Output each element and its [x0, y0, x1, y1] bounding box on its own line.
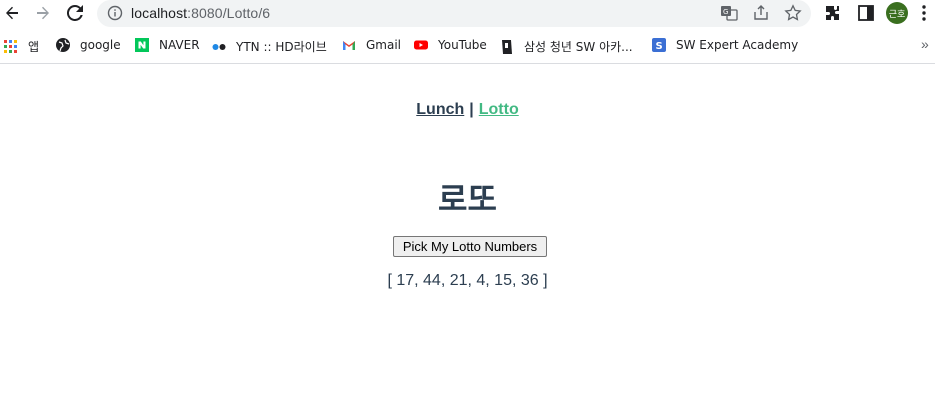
- menu-icon[interactable]: [918, 4, 930, 27]
- naver-icon: [135, 38, 149, 52]
- bookmark-label: 앱: [28, 40, 40, 54]
- site-info-icon[interactable]: [107, 5, 123, 26]
- svg-text:G: G: [723, 8, 728, 16]
- address-bar[interactable]: localhost:8080/Lotto/6 G: [97, 0, 811, 27]
- url-path: :8080/Lotto/6: [187, 5, 271, 21]
- bookmark-ytn[interactable]: YTN :: HD라이브: [212, 38, 327, 55]
- bookmark-label: SW Expert Academy: [676, 38, 799, 52]
- reload-icon[interactable]: [65, 3, 85, 23]
- bookmark-label: NAVER: [159, 38, 200, 52]
- youtube-icon: [414, 40, 428, 50]
- bookmark-youtube[interactable]: YouTube: [414, 38, 487, 52]
- side-panel-icon[interactable]: [857, 4, 875, 27]
- bookmark-ssafy[interactable]: 삼성 청년 SW 아카...: [500, 38, 633, 55]
- extensions-icon[interactable]: [824, 4, 842, 27]
- bookmark-google[interactable]: google: [56, 38, 121, 52]
- browser-toolbar: localhost:8080/Lotto/6 G 근호: [0, 0, 935, 28]
- ssafy-icon: [502, 39, 512, 54]
- bookmark-label: Gmail: [366, 38, 402, 52]
- bookmark-label: YTN :: HD라이브: [236, 40, 327, 54]
- bookmarks-overflow-icon[interactable]: »: [921, 36, 929, 52]
- url-text[interactable]: localhost:8080/Lotto/6: [131, 5, 270, 21]
- bookmark-apps[interactable]: 앱: [4, 38, 39, 55]
- back-icon[interactable]: [2, 3, 22, 23]
- swea-icon: S: [652, 38, 666, 52]
- pick-numbers-button[interactable]: Pick My Lotto Numbers: [393, 236, 547, 257]
- bookmark-label: 삼성 청년 SW 아카...: [524, 40, 633, 54]
- url-host: localhost: [131, 5, 188, 21]
- bookmark-label: google: [80, 38, 121, 52]
- lotto-result: [ 17, 44, 21, 4, 15, 36 ]: [387, 272, 548, 289]
- top-nav: Lunch | Lotto: [0, 101, 935, 119]
- page-title: 로또: [438, 180, 497, 218]
- profile-avatar[interactable]: 근호: [886, 2, 908, 24]
- bookmark-swea[interactable]: S SW Expert Academy: [652, 38, 798, 52]
- ytn-icon: [212, 43, 226, 50]
- apps-grid-icon: [4, 39, 17, 53]
- translate-icon[interactable]: G: [720, 4, 738, 27]
- forward-icon[interactable]: [33, 3, 53, 23]
- share-icon[interactable]: [752, 4, 770, 27]
- svg-text:S: S: [656, 41, 663, 52]
- nav-link-lotto[interactable]: Lotto: [479, 101, 519, 118]
- bookmark-gmail[interactable]: Gmail: [342, 38, 401, 52]
- globe-icon: [56, 38, 70, 52]
- nav-link-lunch[interactable]: Lunch: [416, 101, 464, 118]
- bookmarks-bar: 앱 google NAVER YTN :: HD라이브 Gmail YouTub…: [0, 28, 935, 64]
- bookmark-naver[interactable]: NAVER: [135, 38, 200, 52]
- bookmark-label: YouTube: [438, 38, 487, 52]
- bookmark-star-icon[interactable]: [784, 4, 802, 27]
- nav-separator: |: [469, 101, 474, 118]
- gmail-icon: [343, 41, 355, 50]
